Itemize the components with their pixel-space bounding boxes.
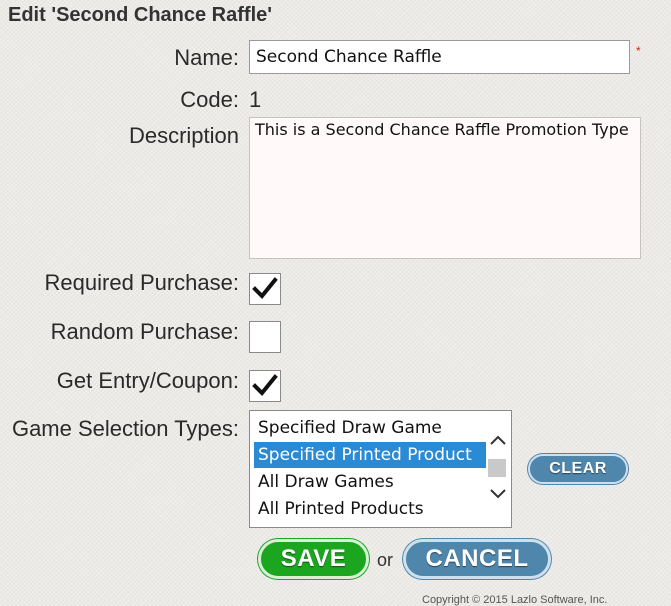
cancel-button[interactable]: CANCEL — [403, 539, 551, 579]
code-label: Code: — [180, 87, 239, 112]
game-selection-label: Game Selection Types: — [11, 416, 239, 441]
name-input[interactable]: Second Chance Raffle — [249, 40, 630, 74]
save-button[interactable]: SAVE — [258, 539, 369, 579]
list-option[interactable]: All Printed Products — [254, 496, 486, 522]
check-icon — [252, 277, 278, 299]
listbox-scrollbar[interactable] — [486, 411, 510, 527]
footer-copyright: Copyright © 2015 Lazlo Software, Inc. — [422, 594, 608, 606]
check-icon — [252, 374, 278, 396]
chevron-down-icon[interactable] — [489, 487, 507, 501]
get-entry-checkbox[interactable] — [249, 370, 281, 402]
scrollbar-thumb[interactable] — [488, 459, 506, 477]
chevron-up-icon[interactable] — [489, 433, 507, 447]
list-option[interactable]: Specified Draw Game — [254, 415, 486, 441]
or-text: or — [377, 550, 394, 570]
random-purchase-label: Random Purchase: — [50, 319, 239, 344]
list-option[interactable]: All Draw Games — [254, 469, 486, 495]
get-entry-label: Get Entry/Coupon: — [56, 368, 239, 393]
description-textarea[interactable]: This is a Second Chance Raffle Promotion… — [249, 117, 641, 259]
required-purchase-label: Required Purchase: — [44, 270, 239, 295]
clear-button[interactable]: CLEAR — [528, 454, 628, 484]
page-title: Edit 'Second Chance Raffle' — [8, 4, 273, 26]
list-option-selected[interactable]: Specified Printed Product — [254, 442, 486, 468]
game-selection-listbox[interactable]: Specified Draw Game Specified Printed Pr… — [249, 410, 512, 528]
required-marker: * — [636, 44, 641, 58]
random-purchase-checkbox[interactable] — [249, 321, 281, 353]
required-purchase-checkbox[interactable] — [249, 273, 281, 305]
code-value: 1 — [249, 87, 262, 112]
name-label: Name: — [174, 45, 239, 70]
description-label: Description — [128, 123, 239, 148]
